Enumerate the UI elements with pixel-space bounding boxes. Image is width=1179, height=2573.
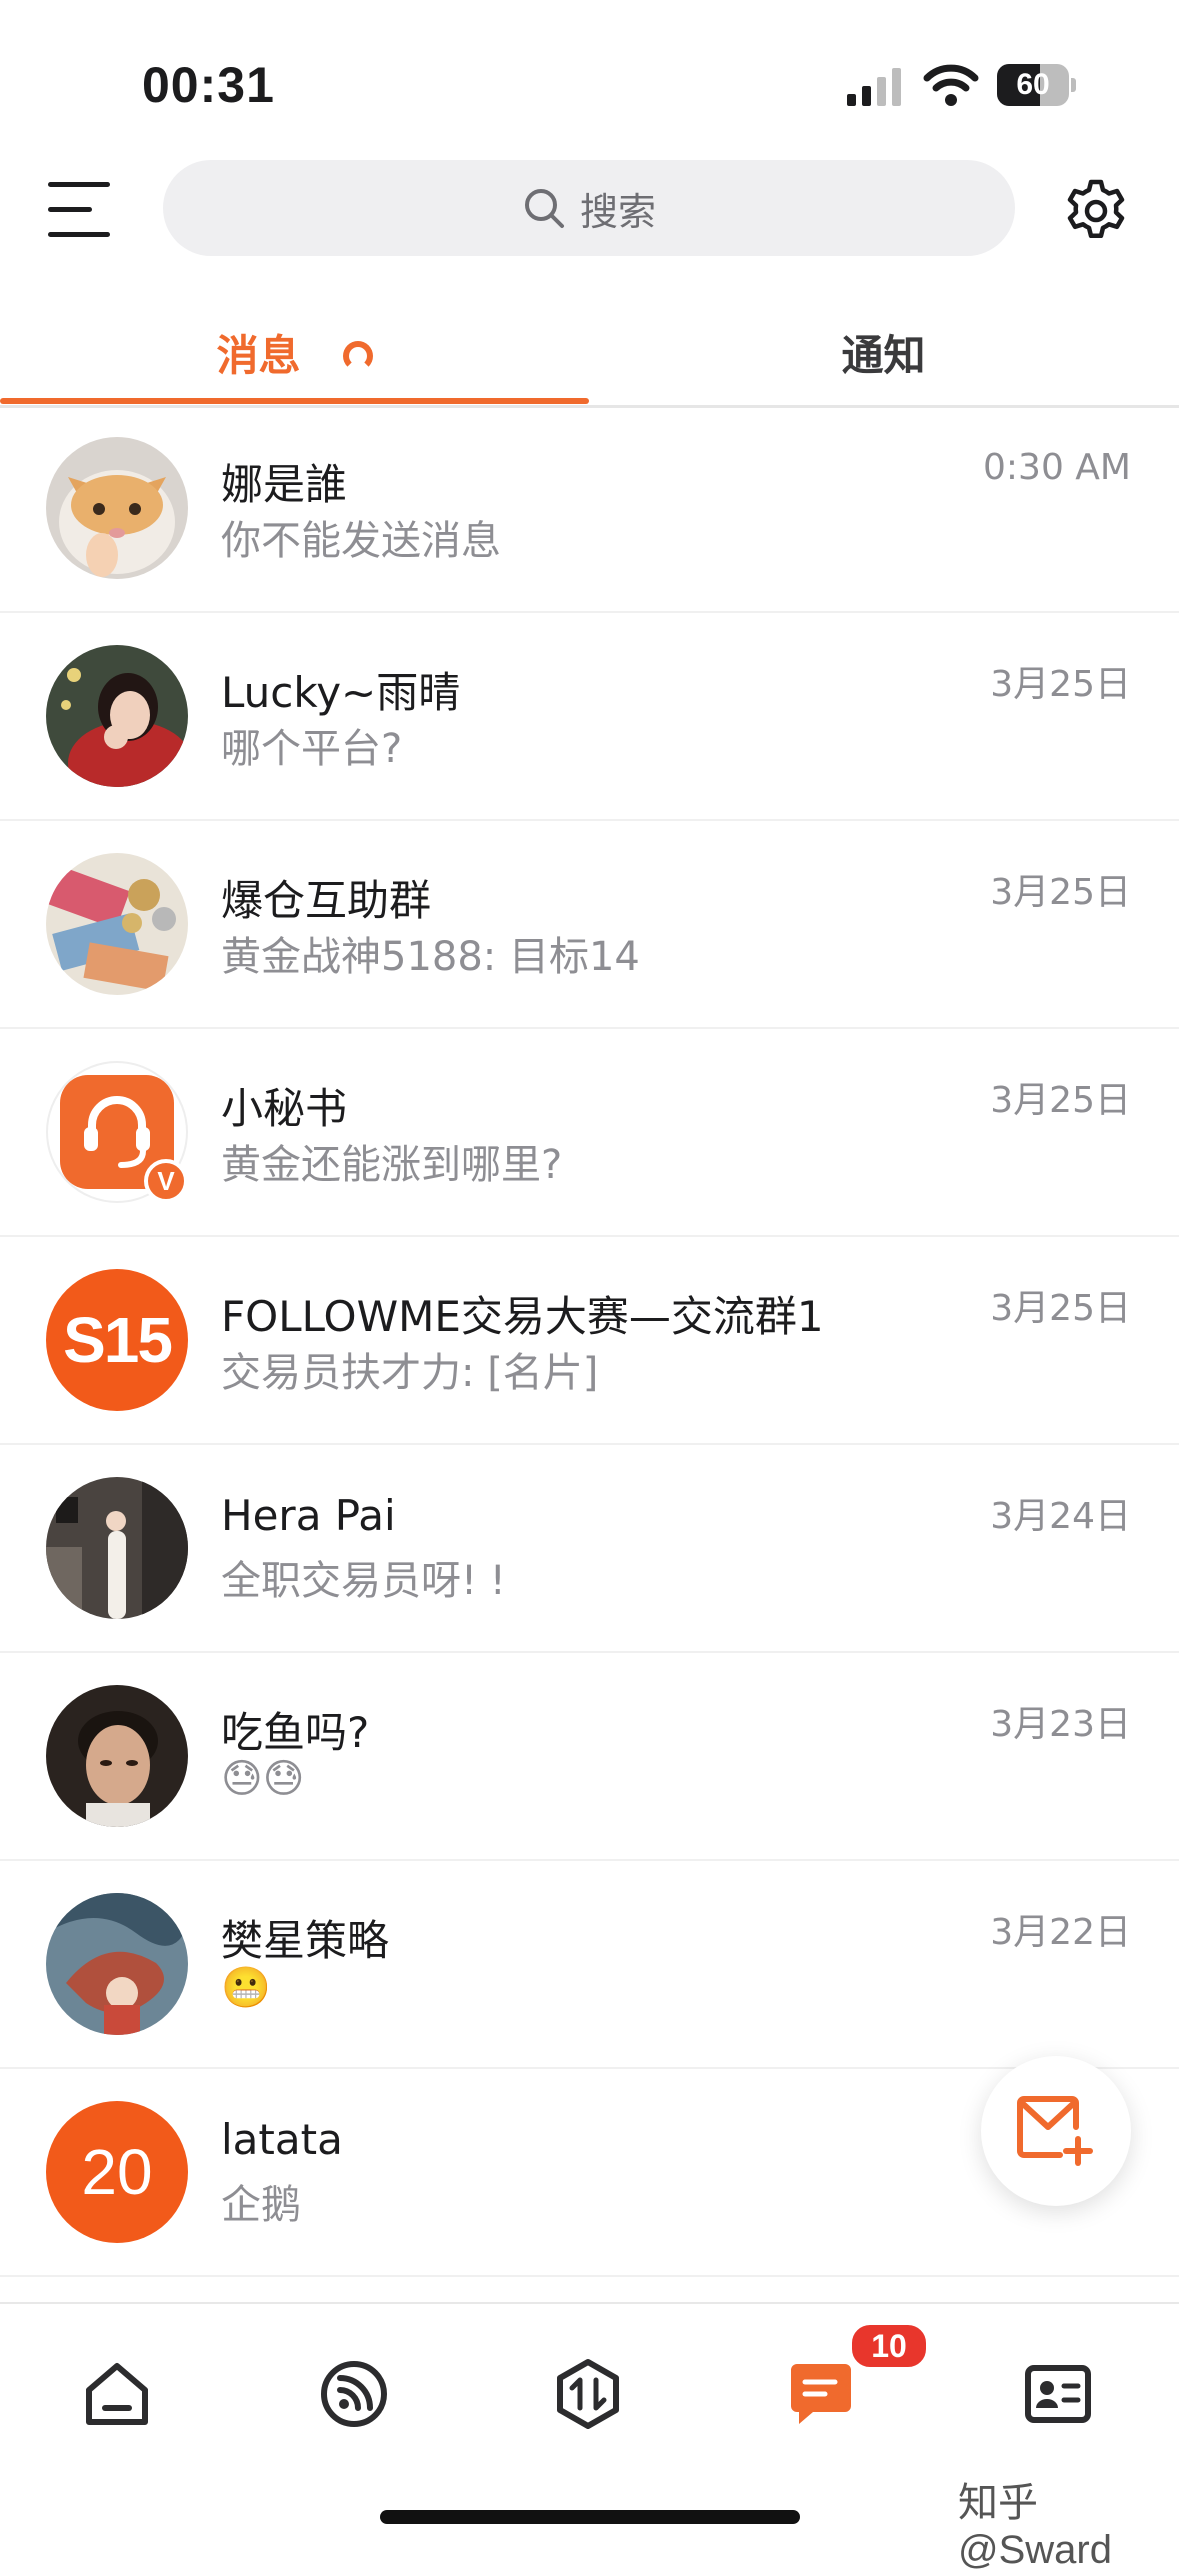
- home-icon: [86, 2363, 148, 2425]
- conversation-name: FOLLOWME交易大赛—交流群1: [221, 1292, 824, 1341]
- nav-feed[interactable]: [314, 2354, 394, 2434]
- feed-icon: [321, 2361, 387, 2427]
- cellular-signal-icon: [847, 68, 901, 106]
- conversation-row[interactable]: 爆仓互助群 黄金战神5188: 目标14 3月25日: [0, 821, 1179, 1029]
- conversation-preview: 黄金还能涨到哪里?: [221, 1142, 563, 1188]
- conversation-name: 爆仓互助群: [221, 876, 432, 925]
- avatar-text: S15: [63, 1304, 173, 1376]
- cat-avatar-image: [46, 437, 188, 579]
- battery-icon: 60: [997, 64, 1077, 106]
- conversation-name: 樊星策略: [221, 1916, 390, 1965]
- conversation-name: Hera Pai: [221, 1491, 396, 1540]
- conversation-row[interactable]: S15 FOLLOWME交易大赛—交流群1 交易员扶才力: [名片] 3月25日: [0, 1237, 1179, 1445]
- conversation-date: 3月25日: [990, 872, 1131, 913]
- search-icon: [524, 189, 564, 228]
- tab-notifications[interactable]: 通知: [589, 300, 1178, 405]
- conversation-date: 3月24日: [990, 1496, 1131, 1537]
- avatar: [46, 1685, 188, 1827]
- conversation-date: 3月22日: [990, 1912, 1131, 1953]
- menu-icon[interactable]: [48, 180, 114, 240]
- mail-plus-icon: [1017, 2096, 1093, 2166]
- money-avatar-image: [46, 853, 188, 995]
- conversation-date: 3月23日: [990, 1704, 1131, 1745]
- conversation-row[interactable]: 娜是誰 你不能发送消息 0:30 AM: [0, 405, 1179, 613]
- settings-gear-icon[interactable]: [1063, 178, 1129, 244]
- conversation-preview: 交易员扶才力: [名片]: [221, 1350, 599, 1396]
- conversation-name: Lucky~雨晴: [221, 668, 461, 717]
- search-placeholder: 搜索: [579, 189, 656, 234]
- conversation-preview: 😬: [221, 1965, 271, 2011]
- nav-messages[interactable]: [781, 2354, 861, 2434]
- avatar: [46, 1477, 188, 1619]
- tab-messages[interactable]: 消息: [0, 300, 589, 405]
- dragon-avatar-image: [46, 1893, 188, 2035]
- messages-unread-badge: 10: [849, 2322, 929, 2370]
- tab-notifications-label: 通知: [841, 331, 926, 380]
- conversation-name: latata: [221, 2115, 343, 2164]
- avatar: 20: [46, 2101, 188, 2243]
- avatar: S15: [46, 1269, 188, 1411]
- conversation-date: 3月25日: [990, 1288, 1131, 1329]
- conversation-row[interactable]: 樊星策略 😬 3月22日: [0, 1861, 1179, 2069]
- tab-messages-label: 消息: [216, 331, 301, 380]
- nav-contacts[interactable]: [1018, 2354, 1098, 2434]
- active-tab-indicator: [0, 398, 589, 404]
- person-avatar-image: [46, 1685, 188, 1827]
- avatar: [46, 645, 188, 787]
- trade-icon: [557, 2359, 619, 2429]
- status-bar: 00:31 60: [0, 0, 1179, 150]
- conversation-list: 娜是誰 你不能发送消息 0:30 AM Lucky~雨晴 哪个平台? 3月25日: [0, 405, 1179, 2449]
- avatar: V: [46, 1061, 188, 1203]
- conversation-row[interactable]: V 小秘书 黄金还能涨到哪里? 3月25日: [0, 1029, 1179, 1237]
- tab-bar: 消息 通知: [0, 300, 1179, 408]
- conversation-date: 3月25日: [990, 1080, 1131, 1121]
- person-avatar-image: [46, 1477, 188, 1619]
- avatar: [46, 853, 188, 995]
- nav-home[interactable]: [77, 2354, 157, 2434]
- wifi-icon: [923, 64, 979, 106]
- verified-badge: V: [144, 1159, 188, 1203]
- conversation-date: 3月25日: [990, 664, 1131, 705]
- battery-percent: 60: [1016, 68, 1050, 101]
- conversation-row[interactable]: Hera Pai 全职交易员呀! ! 3月24日: [0, 1445, 1179, 1653]
- conversation-preview: 你不能发送消息: [221, 518, 501, 564]
- conversation-row[interactable]: Lucky~雨晴 哪个平台? 3月25日: [0, 613, 1179, 821]
- conversation-preview: 黄金战神5188: 目标14: [221, 934, 640, 980]
- conversation-name: 小秘书: [221, 1084, 348, 1133]
- conversation-date: 0:30 AM: [983, 447, 1131, 488]
- conversation-preview: 企鹅: [221, 2182, 301, 2228]
- compose-message-button[interactable]: [981, 2056, 1131, 2206]
- conversation-preview: 哪个平台?: [221, 726, 403, 772]
- avatar: [46, 1893, 188, 2035]
- messages-icon: [791, 2364, 851, 2424]
- avatar: [46, 437, 188, 579]
- search-bar[interactable]: 搜索: [163, 160, 1015, 256]
- watermark: 知乎@Sward: [958, 2481, 1112, 2572]
- conversation-name: 吃鱼吗?: [221, 1708, 370, 1757]
- conversation-preview: 😓😓: [221, 1756, 305, 1802]
- nav-trade[interactable]: [548, 2354, 628, 2434]
- contacts-card-icon: [1025, 2365, 1091, 2423]
- conversation-row[interactable]: 吃鱼吗? 😓😓 3月23日: [0, 1653, 1179, 1861]
- conversation-name: 娜是誰: [221, 460, 348, 509]
- status-time: 00:31: [142, 57, 275, 113]
- avatar-text: 20: [81, 2136, 153, 2208]
- home-indicator[interactable]: [380, 2510, 800, 2524]
- conversation-preview: 全职交易员呀! !: [221, 1558, 506, 1604]
- loading-spinner-icon: [342, 340, 373, 371]
- person-avatar-image: [46, 645, 188, 787]
